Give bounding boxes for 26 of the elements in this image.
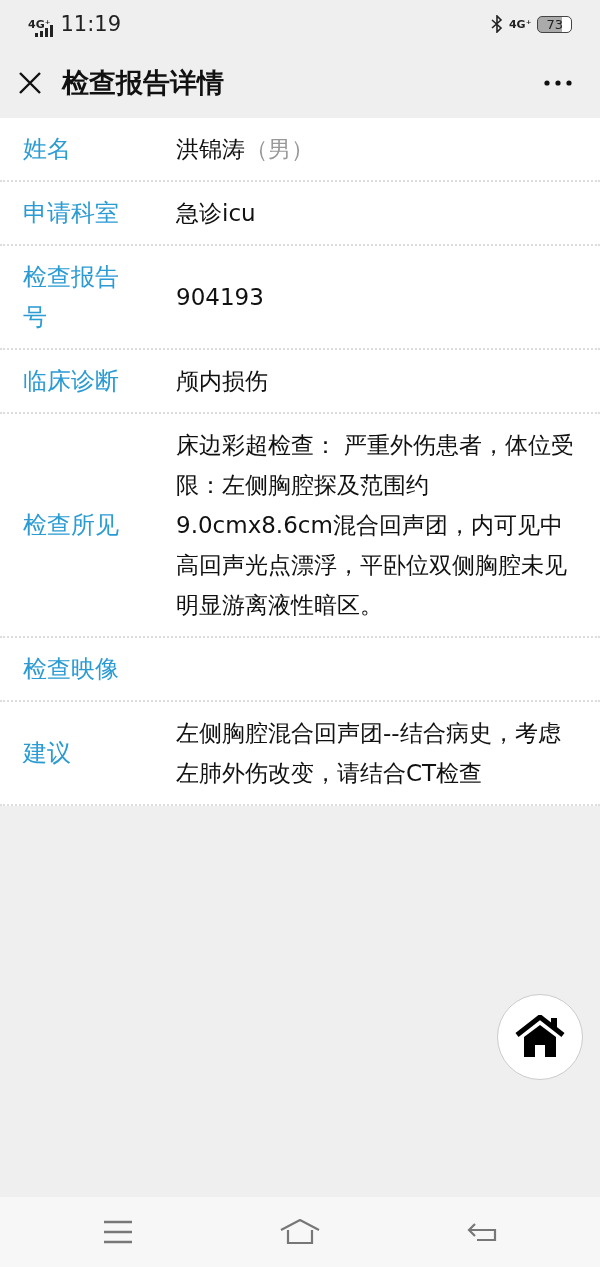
field-label: 检查所见 [23,510,120,541]
field-value: 洪锦涛 [176,136,245,162]
network-label: 4G⁺ [508,17,532,31]
field-label: 检查映像 [23,654,120,685]
field-label: 申请科室 [23,198,120,229]
page-title: 检查报告详情 [62,66,225,100]
field-value: 床边彩超检查： 严重外伤患者，体位受限：左侧胸腔探及范围约9.0cmx8.6cm混合回声团，内可见中高回声光点漂浮，平卧位双侧胸腔未见明显游离液性暗区。 [176,432,575,618]
status-time: 11:19 [60,12,122,36]
more-icon[interactable] [544,80,572,86]
field-label: 检查报告号 [23,262,120,333]
field-value: 颅内损伤 [176,368,268,394]
battery-indicator: 73 [537,15,572,33]
house-icon [515,1015,565,1059]
home-icon[interactable] [280,1219,320,1245]
field-value: 904193 [176,284,264,310]
field-label: 建议 [23,738,72,769]
field-value: 急诊icu [176,200,256,226]
field-value: 左侧胸腔混合回声团--结合病史，考虑左肺外伤改变，请结合CT检查 [176,720,561,786]
bluetooth-icon [490,15,503,33]
menu-icon[interactable] [103,1220,134,1244]
close-icon[interactable] [18,71,42,95]
network-label: 4G⁺ [28,17,51,31]
gender-note: （男） [245,136,314,162]
field-label: 姓名 [23,134,72,165]
field-label: 临床诊断 [23,366,120,397]
back-icon[interactable] [466,1220,497,1244]
